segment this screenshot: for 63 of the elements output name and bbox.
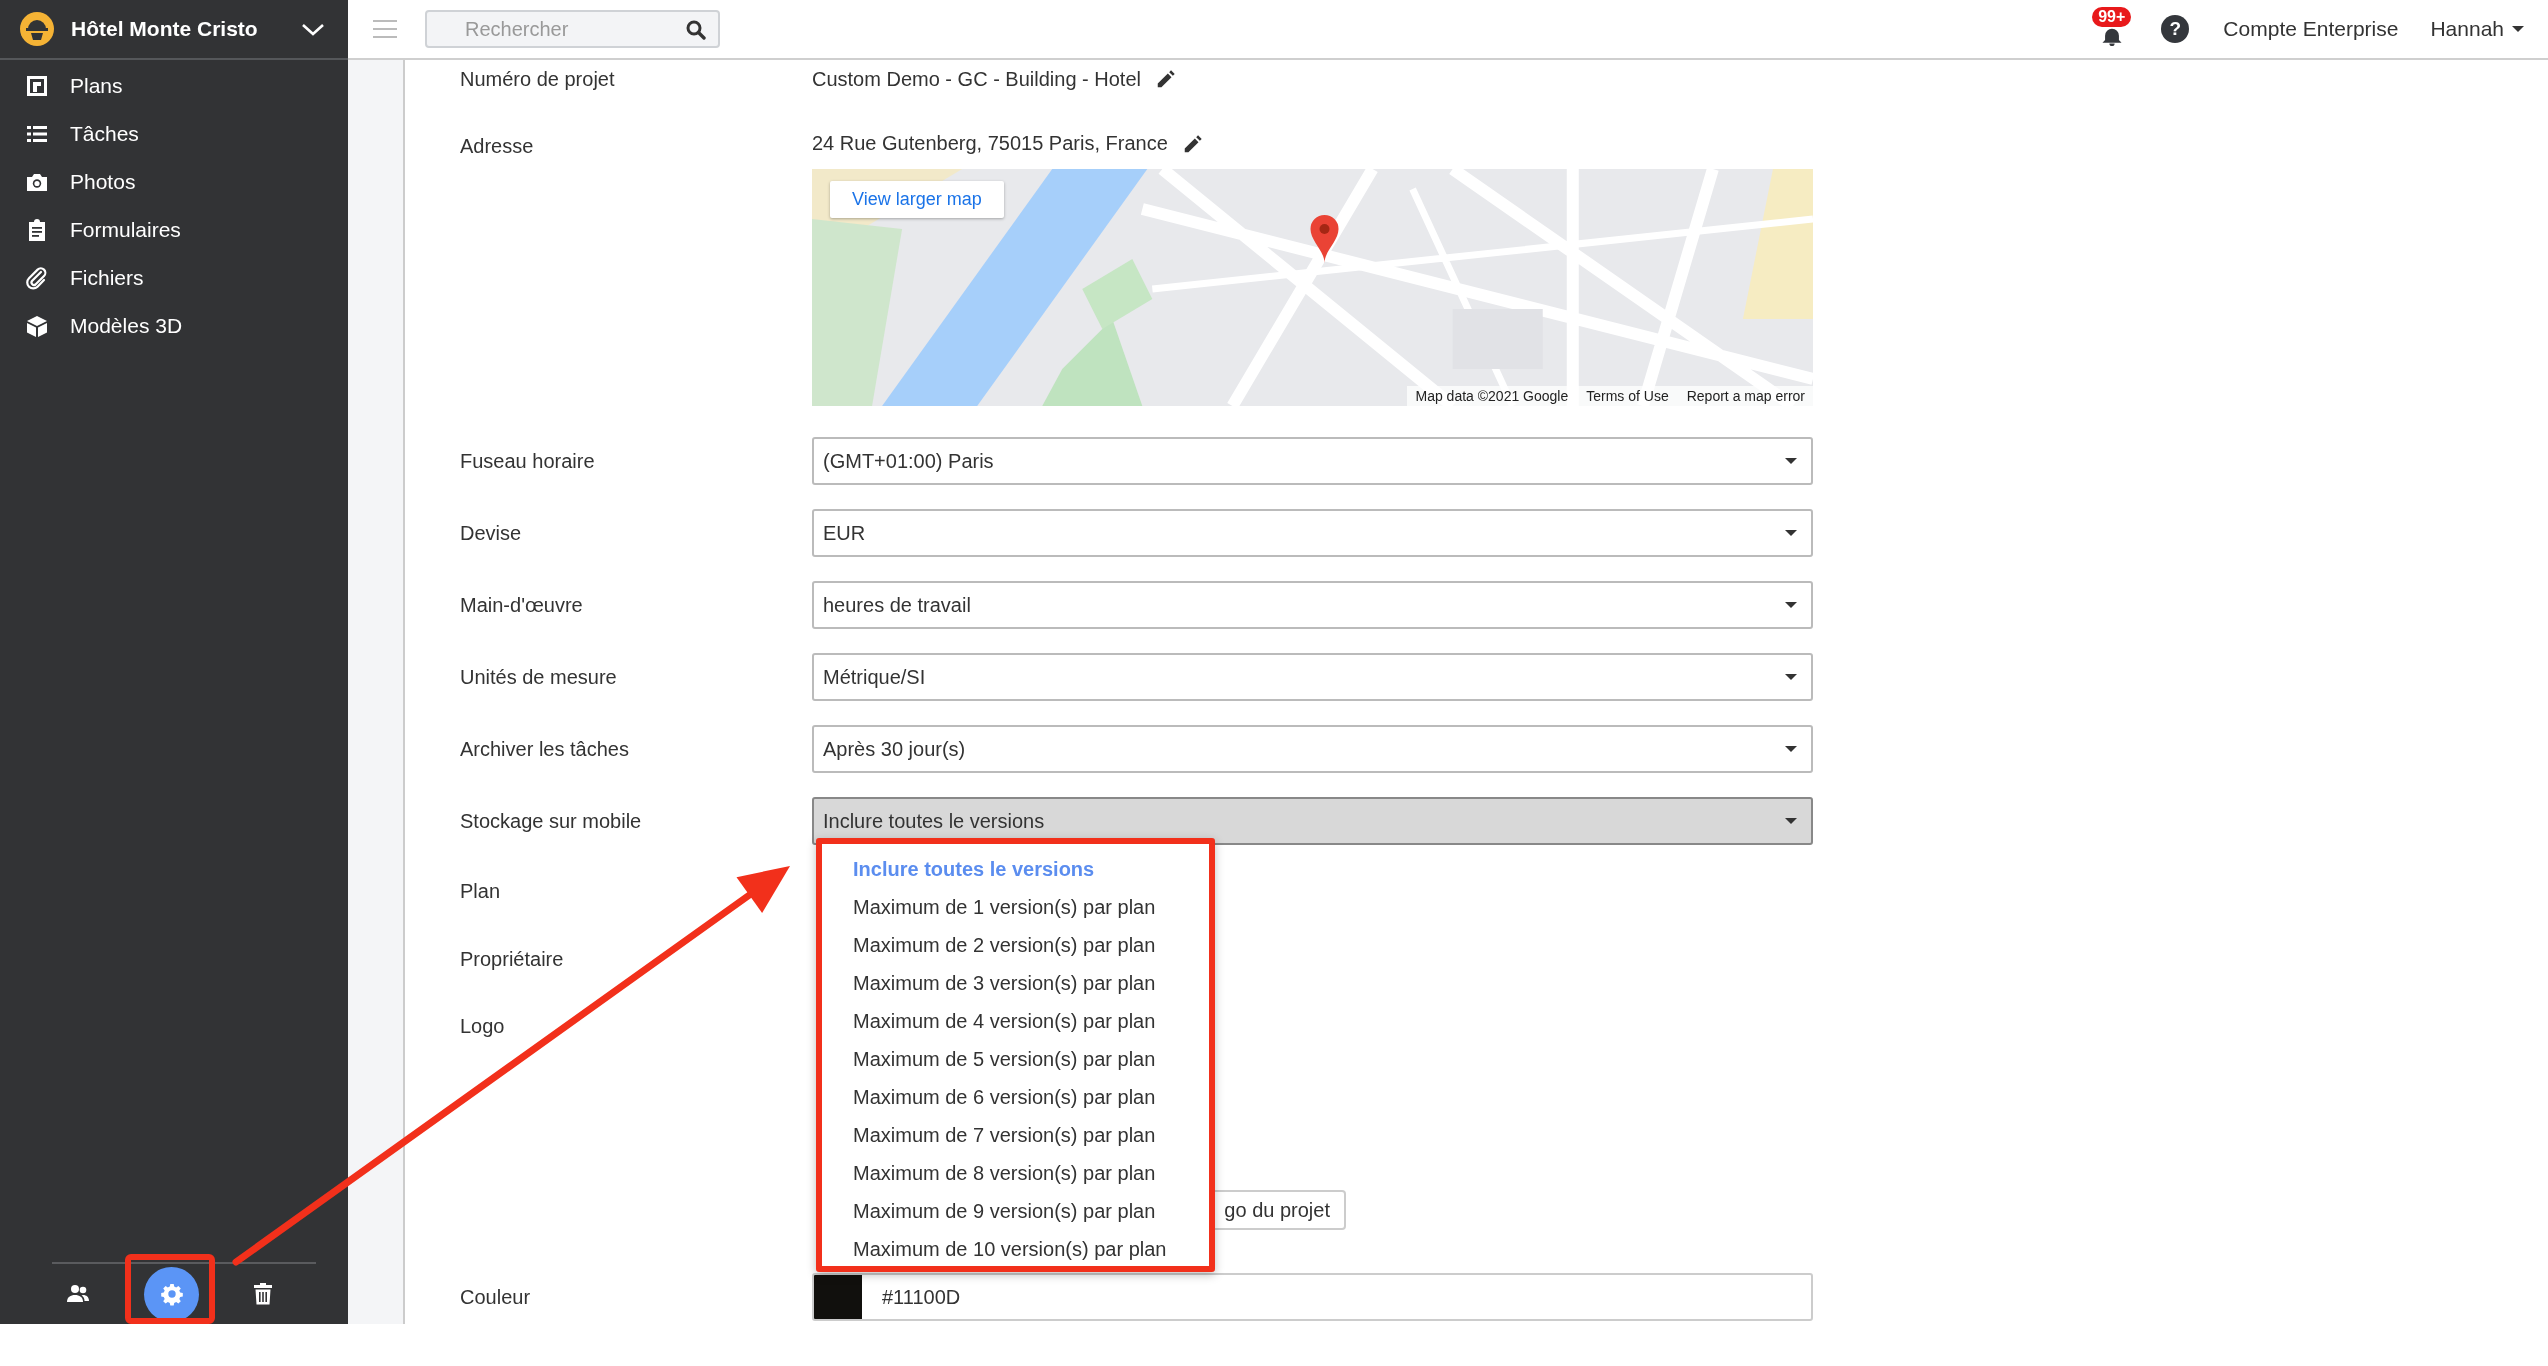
map-link[interactable]: Terms of Use bbox=[1586, 388, 1669, 404]
field-label: Unités de mesure bbox=[460, 665, 618, 689]
sidebar-item[interactable]: Photos bbox=[0, 158, 348, 206]
logo-button[interactable]: go du projet bbox=[1215, 1190, 1346, 1230]
search-field[interactable]: Rechercher bbox=[425, 10, 720, 48]
field-label: Plan bbox=[460, 879, 502, 903]
color-swatch[interactable] bbox=[814, 1275, 862, 1319]
field-label: Adresse bbox=[460, 134, 535, 159]
field-label: Propriétaire bbox=[460, 947, 565, 971]
field-label: Logo bbox=[460, 1014, 506, 1038]
dropdown-option[interactable]: Maximum de 8 version(s) par plan bbox=[822, 1154, 1209, 1192]
caret-icon bbox=[1785, 674, 1797, 680]
dropdown-option[interactable]: Maximum de 6 version(s) par plan bbox=[822, 1078, 1209, 1116]
field-label: Archiver les tâches bbox=[460, 737, 630, 761]
select-field[interactable]: Après 30 jour(s) bbox=[812, 725, 1813, 773]
project-name[interactable]: Hôtel Monte Cristo bbox=[71, 17, 283, 41]
user-menu[interactable]: Hannah bbox=[2430, 17, 2524, 41]
caret-icon bbox=[1785, 530, 1797, 536]
field-label: Numéro de projet bbox=[460, 67, 616, 91]
dropdown-option[interactable]: Maximum de 5 version(s) par plan bbox=[822, 1040, 1209, 1078]
caret-icon bbox=[1785, 746, 1797, 752]
field-label: Main-d'œuvre bbox=[460, 593, 584, 617]
sidebar-item[interactable]: Fichiers bbox=[0, 254, 348, 302]
field-value: 24 Rue Gutenberg, 75015 Paris, France bbox=[812, 132, 1168, 155]
worker-logo-icon bbox=[20, 12, 54, 46]
field-label: Fuseau horaire bbox=[460, 449, 596, 473]
select-field[interactable]: (GMT+01:00) Paris bbox=[812, 437, 1813, 485]
dropdown-option[interactable]: Maximum de 10 version(s) par plan bbox=[822, 1230, 1209, 1268]
select-field[interactable]: Inclure toutes le versions bbox=[812, 797, 1813, 845]
sidebar-item[interactable]: Tâches bbox=[0, 110, 348, 158]
map-attribution: Map data ©2021 Google bbox=[1415, 388, 1569, 404]
select-field[interactable]: Métrique/SI bbox=[812, 653, 1813, 701]
caret-icon bbox=[2512, 26, 2524, 32]
pencil-icon[interactable] bbox=[1155, 68, 1177, 90]
dropdown-option[interactable]: Maximum de 9 version(s) par plan bbox=[822, 1192, 1209, 1230]
paperclip-icon bbox=[25, 266, 49, 290]
dropdown-option[interactable]: Maximum de 7 version(s) par plan bbox=[822, 1116, 1209, 1154]
map-link[interactable]: Report a map error bbox=[1686, 388, 1805, 404]
select-field[interactable]: heures de travail bbox=[812, 581, 1813, 629]
caret-icon bbox=[1785, 458, 1797, 464]
cube-icon bbox=[25, 314, 49, 338]
field-label: Stockage sur mobile bbox=[460, 809, 643, 833]
dropdown-option[interactable]: Maximum de 2 version(s) par plan bbox=[822, 926, 1209, 964]
view-larger-map-link[interactable]: View larger map bbox=[830, 181, 1004, 218]
dropdown-option[interactable]: Maximum de 4 version(s) par plan bbox=[822, 1002, 1209, 1040]
field-label: Devise bbox=[460, 521, 523, 545]
color-field[interactable]: #11100D bbox=[812, 1273, 1813, 1321]
dropdown-option[interactable]: Maximum de 1 version(s) par plan bbox=[822, 888, 1209, 926]
sidebar-item[interactable]: Plans bbox=[0, 62, 348, 110]
select-field[interactable]: EUR bbox=[812, 509, 1813, 557]
notification-badge: 99+ bbox=[2092, 7, 2132, 27]
account-link[interactable]: Compte Enterprise bbox=[2223, 17, 2399, 41]
caret-icon bbox=[1785, 818, 1797, 824]
caret-icon bbox=[1785, 602, 1797, 608]
field-label: Couleur bbox=[460, 1285, 532, 1309]
field-value: Custom Demo - GC - Building - Hotel bbox=[812, 67, 1141, 91]
sidebar-item[interactable]: Modèles 3D bbox=[0, 302, 348, 350]
settings-icon bbox=[159, 1282, 184, 1306]
search-icon bbox=[685, 19, 706, 40]
dropdown-option[interactable]: Maximum de 3 version(s) par plan bbox=[822, 964, 1209, 1002]
floor-plan-icon bbox=[25, 74, 49, 98]
sidebar-item[interactable]: Formulaires bbox=[0, 206, 348, 254]
help-icon[interactable]: ? bbox=[2161, 15, 2190, 43]
